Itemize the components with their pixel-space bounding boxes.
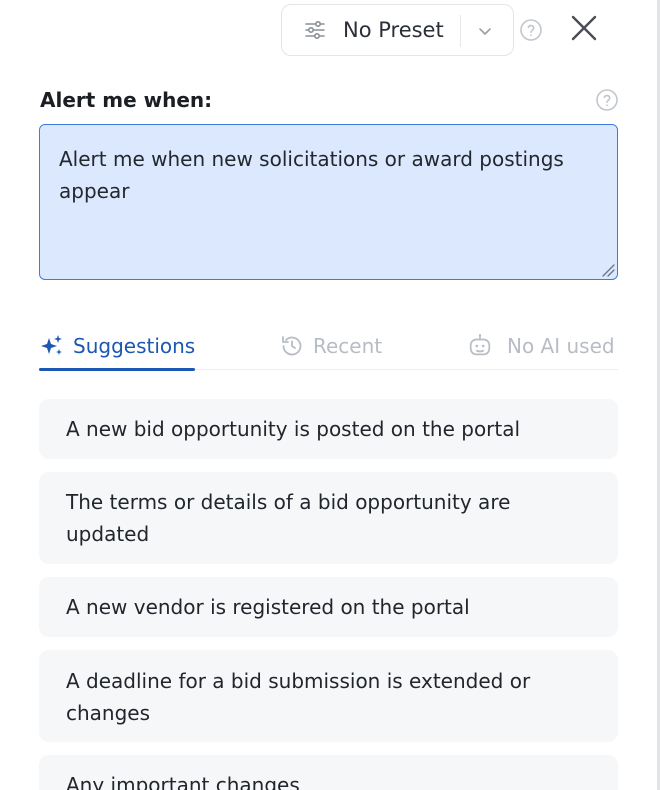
tab-recent[interactable]: Recent (279, 322, 382, 370)
suggestion-item[interactable]: A new vendor is registered on the portal (39, 577, 618, 637)
robot-icon (467, 333, 493, 359)
tab-suggestions-label: Suggestions (73, 334, 196, 358)
alert-label: Alert me when: (40, 88, 213, 112)
preset-label: No Preset (343, 18, 444, 42)
tab-suggestions[interactable]: Suggestions (39, 322, 196, 371)
tab-recent-label: Recent (313, 334, 383, 358)
suggestion-item[interactable]: A deadline for a bid submission is exten… (39, 650, 618, 742)
suggestion-item[interactable]: Any important changes (39, 755, 618, 790)
chevron-down-icon[interactable] (473, 19, 497, 43)
preset-selector[interactable]: No Preset (281, 4, 514, 56)
suggestion-item[interactable]: A new bid opportunity is posted on the p… (39, 399, 618, 459)
alert-condition-input[interactable]: Alert me when new solicitations or award… (39, 124, 618, 280)
tab-no-ai-used-label: No AI used (507, 334, 615, 358)
suggestion-item[interactable]: The terms or details of a bid opportunit… (39, 472, 618, 564)
suggestion-list: A new bid opportunity is posted on the p… (39, 399, 618, 790)
close-button[interactable] (568, 14, 600, 46)
help-icon[interactable] (519, 18, 543, 42)
suggestion-tabs: Suggestions Recent No AI used (39, 322, 618, 371)
close-icon (569, 13, 599, 47)
history-icon (279, 333, 305, 359)
sliders-icon (303, 18, 327, 42)
help-icon[interactable] (595, 88, 619, 112)
tab-no-ai-used[interactable]: No AI used (467, 322, 615, 370)
preset-divider (460, 15, 461, 47)
sparkles-icon (39, 333, 65, 359)
